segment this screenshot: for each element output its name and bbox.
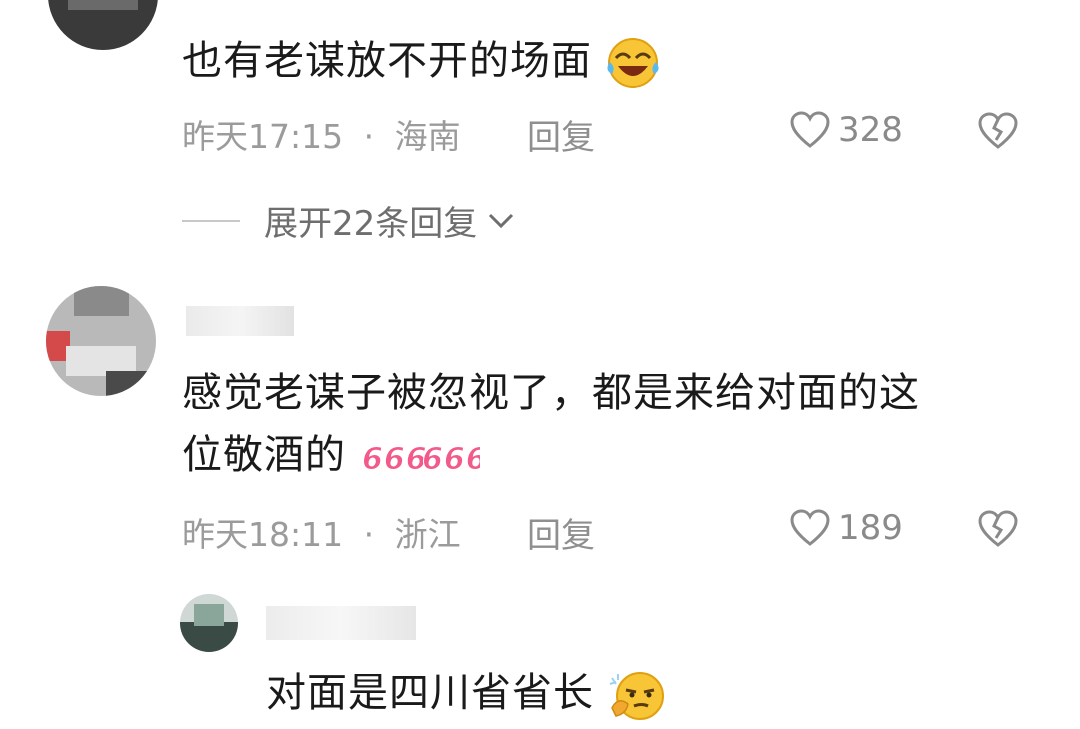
avatar[interactable] (46, 286, 156, 396)
separator: · (363, 515, 375, 554)
divider (182, 219, 240, 222)
heart-icon (790, 111, 830, 148)
username[interactable] (266, 606, 416, 640)
like-count: 189 (838, 508, 903, 548)
comment-meta: 昨天17:15 · 海南 (182, 110, 461, 158)
avatar[interactable] (48, 0, 158, 50)
expand-label: 展开22条回复 (264, 204, 478, 244)
reply-button[interactable]: 回复 (527, 110, 595, 159)
reply-text: 对面是四川省省长 (266, 662, 666, 724)
comment-time: 昨天18:11 (182, 515, 344, 554)
avatar[interactable] (180, 594, 238, 652)
broken-heart-icon[interactable] (978, 510, 1018, 548)
laughing-emoji-icon (607, 38, 659, 88)
666-icon: 666 666 (361, 442, 480, 478)
comment-location: 海南 (394, 117, 461, 156)
reply-button[interactable]: 回复 (527, 508, 595, 557)
comment-text: 也有老谋放不开的场面 (182, 30, 660, 92)
svg-text:666: 666 (362, 442, 428, 477)
chevron-down-icon (489, 213, 514, 228)
comment-time: 昨天17:15 (182, 117, 344, 156)
comment-line-2: 位敬酒的 666 666 (182, 424, 920, 486)
thinking-emoji-icon (609, 672, 664, 720)
comment-line: 感觉老谋子被忽视了，都是来给对面的这 (182, 370, 920, 416)
svg-text:666: 666 (422, 442, 480, 477)
broken-heart-icon[interactable] (978, 112, 1018, 150)
like-button[interactable]: 189 (790, 508, 903, 548)
comment-text: 感觉老谋子被忽视了，都是来给对面的这 位敬酒的 666 666 (182, 362, 920, 486)
username[interactable] (186, 306, 294, 336)
heart-icon (790, 509, 830, 546)
expand-replies[interactable]: 展开22条回复 (182, 196, 515, 245)
comment-location: 浙江 (394, 515, 461, 554)
comment-meta: 昨天18:11 · 浙江 (182, 508, 461, 556)
like-button[interactable]: 328 (790, 110, 903, 150)
like-count: 328 (838, 110, 903, 150)
separator: · (363, 117, 375, 156)
